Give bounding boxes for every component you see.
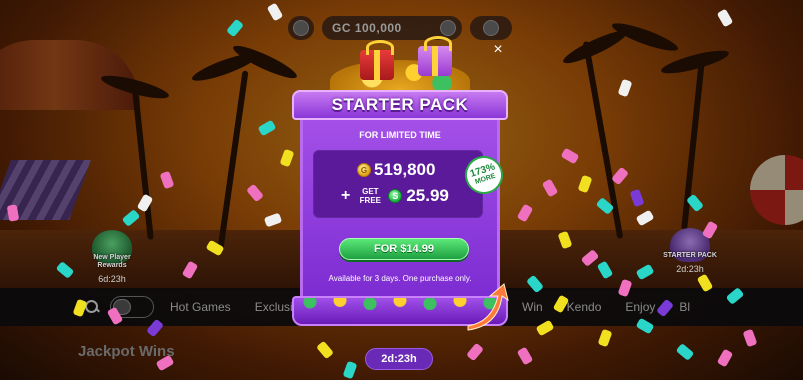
gold-coin-icon: G [357, 163, 371, 177]
gc-balance: GC 100,000 [332, 21, 402, 35]
modal-body: FOR LIMITED TIME G 519,800 + GET FREE S … [300, 118, 508, 308]
sweeps-coin-icon: S [388, 189, 403, 203]
nav-more[interactable]: Bl [679, 300, 690, 314]
badge-title: STARTER PACK [663, 252, 717, 259]
modal-header: STARTER PACK [292, 90, 508, 120]
nav-kendo[interactable]: Kendo [567, 300, 602, 314]
close-icon[interactable]: × [490, 42, 506, 58]
top-bar: GC 100,000 [288, 16, 512, 40]
badge-time: 6d:23h [98, 274, 126, 284]
nav-win[interactable]: Win [522, 300, 543, 314]
gc-offer-row: G 519,800 [357, 160, 435, 180]
nav-hot-games[interactable]: Hot Games [170, 300, 231, 314]
purple-gift-icon [418, 36, 452, 76]
jackpot-wins-title: Jackpot Wins [78, 343, 175, 360]
offer-timer: 2d:23h [365, 348, 433, 370]
red-gift-icon [360, 40, 394, 80]
search-icon[interactable] [84, 299, 100, 315]
pointer-arrow-icon [467, 283, 509, 331]
coin-icon [483, 20, 499, 36]
badge-time: 2d:23h [676, 264, 704, 274]
menu-icon [293, 20, 309, 36]
offer-box: G 519,800 + GET FREE S 25.99 [313, 150, 483, 218]
buy-button[interactable]: FOR $14.99 [339, 238, 469, 260]
sc-offer-row: + GET FREE S 25.99 [341, 186, 449, 206]
sc-amount: 25.99 [406, 186, 449, 205]
add-coins-icon [440, 20, 456, 36]
nav-enjoy[interactable]: Enjoy [625, 300, 655, 314]
get-free-label: GET FREE [359, 187, 382, 205]
new-player-rewards-badge[interactable]: New Player Rewards 6d:23h [82, 230, 142, 284]
plus-sign: + [341, 187, 351, 204]
gc-amount: 519,800 [374, 160, 436, 179]
modal-title: STARTER PACK [331, 95, 469, 114]
currency-toggle[interactable] [470, 16, 512, 40]
limited-time-label: FOR LIMITED TIME [359, 130, 441, 140]
badge-title: New Player Rewards [93, 254, 131, 269]
menu-pill[interactable] [288, 16, 314, 40]
